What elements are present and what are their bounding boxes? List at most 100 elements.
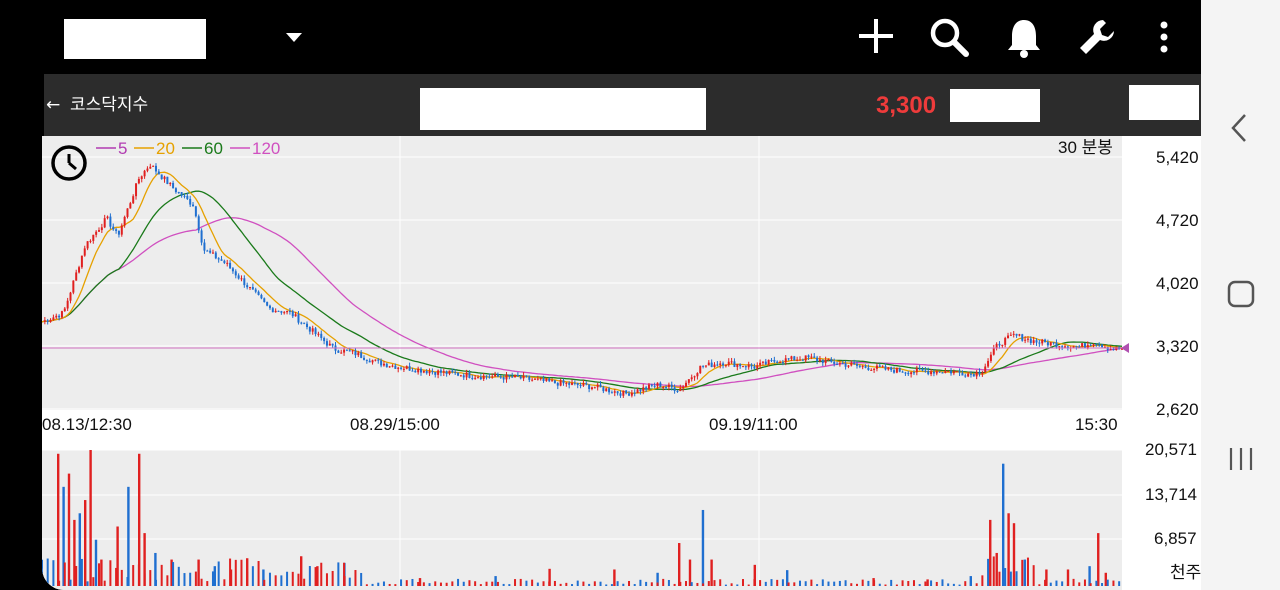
recents-lines-icon[interactable]	[1227, 445, 1255, 473]
candle-body	[947, 370, 950, 372]
volume-bar	[1118, 581, 1121, 586]
candle-body	[351, 350, 354, 352]
candle-body	[343, 349, 346, 353]
candle-body	[183, 195, 186, 197]
candle-body	[630, 392, 633, 396]
volume-bar	[58, 580, 61, 586]
volume-bar	[434, 581, 437, 586]
volume-bar	[878, 583, 881, 586]
candle-body	[209, 250, 212, 253]
volume-bar	[890, 579, 893, 586]
candle-body	[1101, 344, 1104, 348]
volume-bar	[844, 580, 847, 586]
candle-body	[932, 371, 935, 374]
volume-bar	[127, 486, 130, 586]
candle-body	[46, 320, 49, 322]
volume-bar	[981, 575, 984, 586]
chart-period-label[interactable]: 30 분봉	[1058, 138, 1113, 157]
candle-body	[975, 371, 978, 377]
volume-bar	[656, 582, 659, 586]
candle-body	[505, 374, 508, 380]
candle-body	[177, 192, 180, 194]
candle-body	[682, 386, 685, 389]
index-name[interactable]: 코스닥지수	[70, 92, 148, 118]
volume-bar	[217, 561, 220, 586]
candle-body	[893, 370, 896, 373]
volume-bar	[804, 581, 807, 586]
volume-bar	[89, 450, 92, 586]
current-price: 3,300	[876, 92, 937, 119]
home-square-icon[interactable]	[1227, 280, 1255, 308]
candle-body	[496, 374, 499, 377]
candle-body	[1021, 334, 1024, 341]
candle-body	[798, 359, 801, 361]
candle-body	[707, 362, 710, 366]
candle-body	[280, 311, 283, 313]
volume-bar	[474, 581, 477, 586]
candle-body	[784, 358, 787, 363]
candle-body	[921, 369, 924, 371]
candle-body	[1083, 343, 1086, 348]
volume-bar	[274, 575, 277, 586]
candle-body	[1018, 334, 1021, 336]
candle-body	[610, 392, 613, 394]
candle-body	[320, 333, 323, 338]
plus-icon[interactable]	[856, 16, 896, 56]
candle-body	[437, 370, 440, 375]
volume-bar	[588, 583, 591, 586]
candle-body	[1061, 346, 1064, 348]
candle-body	[827, 358, 830, 360]
volume-bar	[78, 513, 81, 586]
volume-bar	[103, 580, 106, 586]
candle-body	[690, 377, 693, 380]
candle-body	[123, 216, 126, 226]
volume-bar	[166, 575, 169, 586]
candle-body	[166, 176, 169, 185]
candle-body	[776, 361, 779, 364]
volume-bar	[861, 579, 864, 586]
volume-bar	[132, 565, 135, 586]
candle-body	[260, 294, 263, 299]
candle-body	[685, 382, 688, 387]
candle-body	[858, 365, 861, 367]
redacted-button[interactable]	[1129, 85, 1199, 120]
volume-bar	[707, 581, 710, 586]
back-arrow-icon[interactable]: ←	[46, 92, 60, 118]
candle-body	[924, 370, 927, 372]
candle-body	[214, 252, 217, 259]
bell-icon[interactable]	[1004, 16, 1044, 58]
volume-bar	[688, 559, 692, 586]
volume-bar	[183, 573, 186, 586]
candle-body	[422, 370, 425, 373]
candle-body	[303, 322, 306, 324]
back-chevron-icon[interactable]	[1229, 112, 1251, 144]
candle-body	[340, 352, 343, 354]
dropdown-arrow-icon[interactable]	[284, 30, 304, 44]
candle-body	[887, 367, 890, 370]
redacted-search-field[interactable]	[420, 88, 706, 130]
candle-body	[311, 328, 314, 332]
chart-panel[interactable]: 5 20 60 120 30 분봉 5,420 4,720 4,020 3,320 2…	[42, 136, 1201, 590]
volume-bar	[514, 579, 517, 586]
wrench-icon[interactable]	[1076, 16, 1118, 58]
volume-bar	[696, 582, 699, 586]
candle-body	[605, 388, 608, 392]
candle-body	[211, 252, 214, 254]
candle-body	[952, 371, 955, 374]
candle-body	[499, 376, 502, 378]
candle-body	[132, 196, 135, 204]
volume-bar	[154, 579, 157, 586]
candle-body	[479, 377, 482, 380]
price-tick: 4,720	[1156, 211, 1199, 230]
candle-body	[987, 360, 990, 367]
candle-body	[371, 360, 374, 363]
volume-bar	[565, 582, 568, 586]
volume-bar	[810, 579, 813, 586]
search-icon[interactable]	[928, 16, 970, 58]
candle-body	[488, 376, 491, 378]
candlestick-chart[interactable]: 5 20 60 120 30 분봉 5,420 4,720 4,020 3,320 2…	[42, 136, 1201, 590]
volume-bar	[1021, 559, 1024, 586]
time-label: 09.19/11:00	[709, 415, 798, 434]
volume-bar	[97, 563, 100, 586]
more-vert-icon[interactable]	[1154, 18, 1174, 56]
